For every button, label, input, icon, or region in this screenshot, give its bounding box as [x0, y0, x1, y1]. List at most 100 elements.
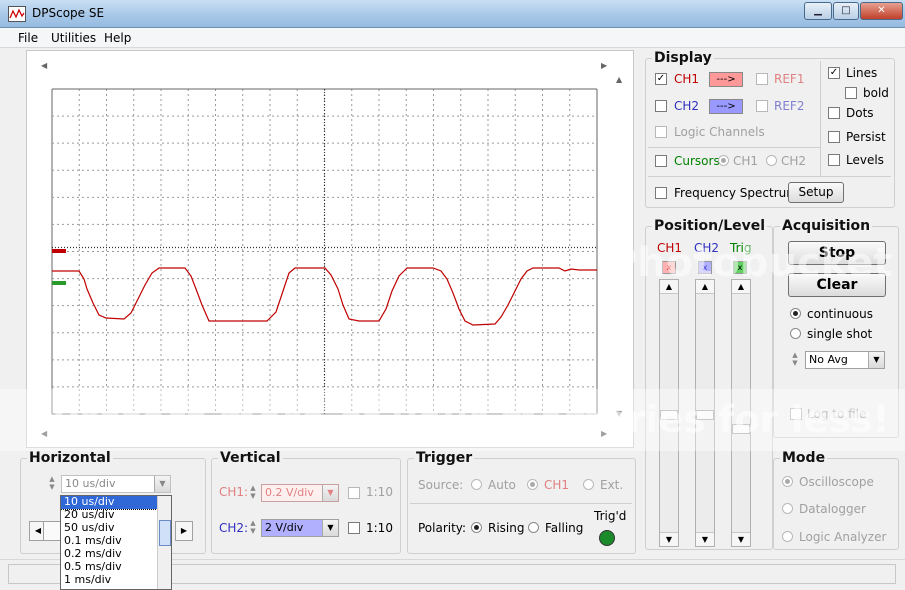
watermark-logo: Photobucket [608, 240, 893, 286]
mode-datalogger-label: Datalogger [799, 502, 866, 516]
ch1-checkbox[interactable]: ✓ [655, 73, 667, 85]
dropdown-scroll-thumb[interactable] [159, 520, 171, 546]
polarity-label: Polarity: [418, 521, 467, 535]
ch2-volts-spinner[interactable]: ▲ ▼ [246, 519, 260, 537]
averaging-dropdown-icon[interactable]: ▼ [868, 352, 884, 368]
ref1-checkbox[interactable] [756, 73, 768, 85]
vertical-ch2-label: CH2: [219, 521, 249, 535]
trigger-group: Trigger Source: Auto CH1 Ext. Polarity: … [407, 450, 636, 554]
mode-title: Mode [780, 450, 828, 466]
polarity-falling-label: Falling [545, 521, 584, 535]
ch1-volts-dropdown-icon[interactable]: ▼ [322, 485, 338, 501]
ch1-volts-select[interactable]: 0.2 V/div ▼ [261, 484, 339, 502]
mode-datalogger-radio[interactable] [782, 503, 793, 514]
ch1-color-button[interactable]: ---> [709, 72, 743, 87]
menu-help[interactable]: Help [104, 31, 131, 45]
lines-label: Lines [846, 66, 878, 80]
mode-logic-analyzer-label: Logic Analyzer [799, 530, 887, 544]
avg-spinner[interactable]: ▲ ▼ [788, 351, 802, 369]
ch1-slider-down-icon[interactable]: ▼ [660, 532, 678, 546]
ch1-volts-value: 0.2 V/div [265, 486, 314, 499]
ch1-label: CH1 [674, 72, 700, 86]
averaging-value: No Avg [809, 353, 848, 366]
trigger-ch1-label: CH1 [544, 478, 570, 492]
continuous-radio[interactable] [790, 308, 801, 319]
timebase-dropdown-icon[interactable]: ▼ [154, 476, 170, 492]
setup-button[interactable]: Setup [788, 182, 844, 203]
mode-oscilloscope-radio[interactable] [782, 476, 793, 487]
minimize-icon: ▁ [814, 5, 822, 16]
continuous-label: continuous [807, 307, 873, 321]
mode-logic-analyzer-radio[interactable] [782, 531, 793, 542]
watermark-banner: Protect more of your memories for less! [0, 389, 905, 451]
display-vdivider [820, 61, 821, 176]
averaging-select[interactable]: No Avg ▼ [805, 351, 885, 369]
ch1-probe-checkbox[interactable] [348, 487, 360, 499]
timebase-spinner[interactable]: ▲ ▼ [45, 475, 59, 493]
ch2-volts-dropdown-icon[interactable]: ▼ [322, 520, 338, 536]
mode-oscilloscope-label: Oscilloscope [799, 475, 874, 489]
trigd-label: Trig'd [594, 509, 627, 523]
vertical-title: Vertical [218, 450, 283, 466]
trigger-source-label: Source: [418, 478, 464, 492]
ch2-color-button[interactable]: ---> [709, 99, 743, 114]
cursor-ch1-radio[interactable] [718, 155, 729, 166]
logic-channels-label: Logic Channels [674, 125, 765, 139]
timebase-dropdown-list[interactable]: 10 us/div 20 us/div 50 us/div 0.1 ms/div… [60, 495, 172, 590]
frequency-spectrum-checkbox[interactable] [655, 187, 667, 199]
ref2-checkbox[interactable] [756, 100, 768, 112]
single-shot-label: single shot [807, 327, 873, 341]
lines-checkbox[interactable]: ✓ [828, 67, 840, 79]
scroll-right-top-icon[interactable]: ▶ [601, 61, 607, 70]
mode-group: Mode Oscilloscope Datalogger Logic Analy… [773, 450, 899, 550]
display-title: Display [652, 50, 714, 66]
minimize-button[interactable]: ▁ [804, 2, 832, 20]
cursors-label: Cursors [674, 154, 720, 168]
trigger-auto-radio[interactable] [471, 479, 482, 490]
polarity-falling-radio[interactable] [528, 522, 539, 533]
horizontal-title: Horizontal [27, 450, 113, 466]
close-button[interactable]: ✕ [860, 2, 903, 20]
trig-slider-down-icon[interactable]: ▼ [732, 532, 750, 546]
bold-checkbox[interactable] [845, 87, 857, 99]
trigger-ch1-radio[interactable] [527, 479, 538, 490]
scope-grid [51, 88, 598, 415]
timebase-value: 10 us/div [65, 477, 116, 490]
scroll-left-top-icon[interactable]: ◀ [41, 61, 47, 70]
ch2-probe-checkbox[interactable] [348, 522, 360, 534]
position-level-title: Position/Level [652, 218, 768, 234]
trigger-divider [410, 503, 632, 504]
maximize-button[interactable]: □ [833, 2, 859, 20]
ch2-slider-down-icon[interactable]: ▼ [696, 532, 714, 546]
bold-label: bold [863, 86, 889, 100]
cursors-checkbox[interactable] [655, 155, 667, 167]
dropdown-scrollbar[interactable] [157, 496, 171, 589]
menu-utilities[interactable]: Utilities [51, 31, 96, 45]
levels-label: Levels [846, 153, 884, 167]
hscroll-right-icon[interactable]: ▶ [175, 521, 193, 541]
ch2-level-marker [52, 281, 66, 285]
single-shot-radio[interactable] [790, 328, 801, 339]
title-bar[interactable]: DPScope SE ▁ □ ✕ [0, 0, 905, 28]
ch1-volts-spinner[interactable]: ▲ ▼ [246, 484, 260, 502]
persist-checkbox[interactable] [828, 131, 840, 143]
cursor-ch2-radio[interactable] [766, 155, 777, 166]
ch2-checkbox[interactable] [655, 100, 667, 112]
menu-bar: File Utilities Help [0, 28, 905, 48]
vertical-group: Vertical CH1: ▲ ▼ 0.2 V/div ▼ 1:10 CH2: ▲… [211, 450, 401, 554]
trigger-ext-radio[interactable] [583, 479, 594, 490]
ch2-volts-select[interactable]: 2 V/div ▼ [261, 519, 339, 537]
timebase-select[interactable]: 10 us/div ▼ [61, 475, 171, 493]
trigger-ext-label: Ext. [600, 478, 624, 492]
timebase-option[interactable]: 1 ms/div [61, 574, 171, 587]
dots-checkbox[interactable] [828, 107, 840, 119]
hscroll-thumb[interactable] [43, 521, 61, 541]
menu-file[interactable]: File [18, 31, 38, 45]
levels-checkbox[interactable] [828, 154, 840, 166]
ref2-label: REF2 [774, 99, 805, 113]
scroll-up-icon[interactable]: ▲ [616, 75, 622, 84]
polarity-rising-radio[interactable] [471, 522, 482, 533]
cursor-ch2-label: CH2 [781, 154, 807, 168]
logic-channels-checkbox[interactable] [655, 126, 667, 138]
display-divider-2 [648, 176, 891, 177]
